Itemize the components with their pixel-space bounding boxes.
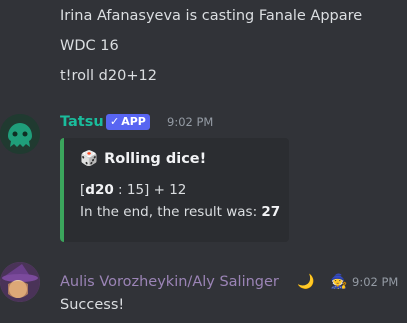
app-badge-label: APP [121, 115, 146, 128]
app-badge: ✓ APP [106, 114, 150, 130]
tatsu-avatar[interactable] [0, 114, 40, 154]
verified-check-icon: ✓ [110, 115, 120, 128]
dice-detail: : 15] + 12 [113, 182, 187, 198]
result-line: In the end, the result was: 27 [80, 204, 280, 220]
result-value: 27 [261, 204, 281, 220]
aulis-avatar[interactable] [0, 262, 40, 302]
message-line: t!roll d20+12 [60, 68, 157, 84]
author-name[interactable]: Aulis Vorozheykin/Aly Salinger [60, 272, 279, 292]
dice-roll-line: [d20 : 15] + 12 [80, 182, 186, 198]
tatsu-dragon-icon [0, 114, 40, 154]
moon-icon: 🌙 [297, 274, 315, 290]
dice-label: d20 [85, 182, 114, 198]
dice-icon: 🎲 [80, 151, 99, 167]
message-line: Irina Afanasyeva is casting Fanale Appar… [60, 8, 363, 24]
witch-avatar-icon [0, 262, 40, 302]
result-prefix: In the end, the result was: [80, 204, 262, 220]
dice-embed: 🎲 Rolling dice! [d20 : 15] + 12 In the e… [60, 138, 289, 242]
timestamp[interactable]: 9:02 PM [352, 272, 398, 292]
embed-title-text: Rolling dice! [104, 150, 207, 167]
message-text: Success! [60, 297, 125, 313]
message-line: WDC 16 [60, 38, 119, 54]
author-name[interactable]: Tatsu [60, 112, 104, 132]
role-icon: 🧙 [330, 274, 348, 290]
timestamp[interactable]: 9:02 PM [167, 112, 213, 132]
embed-title: 🎲 Rolling dice! [80, 150, 207, 168]
